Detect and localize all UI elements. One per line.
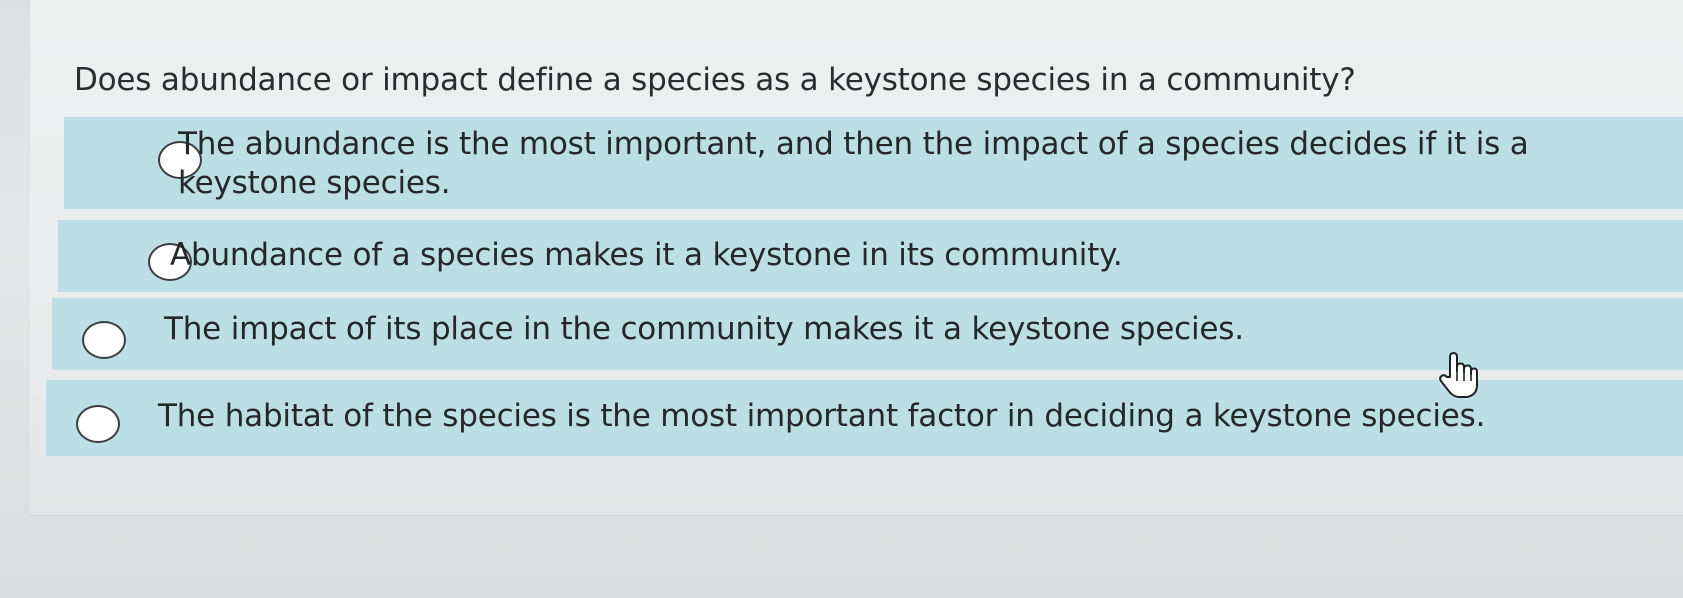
answer-option-4-label: The habitat of the species is the most i… (158, 398, 1486, 434)
radio-button-3[interactable] (82, 321, 126, 359)
question-text: Does abundance or impact define a specie… (74, 62, 1356, 98)
answer-option-3-label: The impact of its place in the community… (164, 311, 1244, 347)
answer-option-2-label: Abundance of a species makes it a keysto… (170, 237, 1123, 273)
answer-option-1-label: The abundance is the most important, and… (178, 126, 1529, 201)
answer-option-2[interactable]: Abundance of a species makes it a keysto… (58, 220, 1683, 292)
radio-button-4[interactable] (76, 405, 120, 443)
answer-option-1[interactable]: The abundance is the most important, and… (64, 117, 1683, 209)
hand-pointer-icon (1439, 352, 1478, 398)
